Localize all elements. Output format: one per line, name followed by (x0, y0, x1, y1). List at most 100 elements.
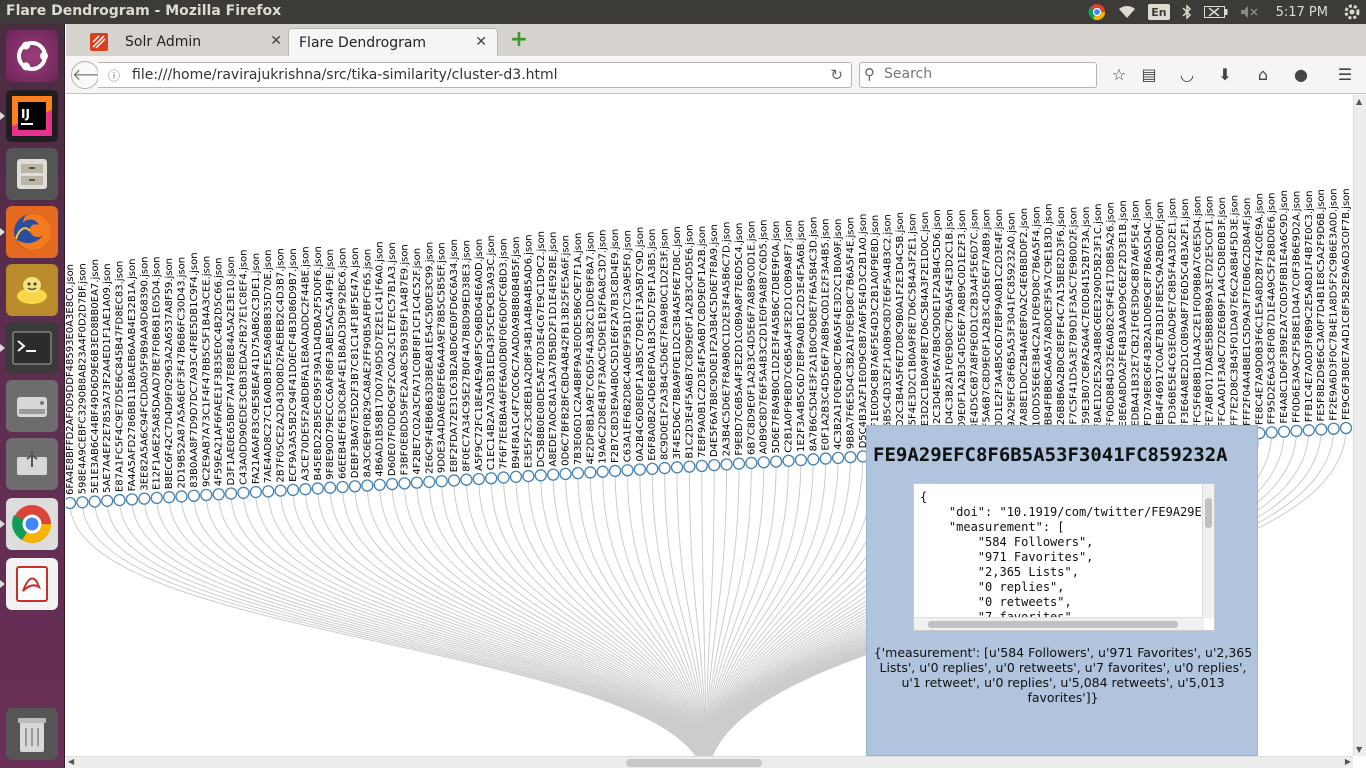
dendrogram-leaf-label[interactable]: 4B6AD1B58B17D07A9D5D7E2E1C41F6A0.json (375, 241, 386, 476)
dendrogram-leaf-node[interactable] (385, 477, 399, 491)
dendrogram-leaf-node[interactable] (695, 459, 708, 473)
dendrogram-leaf-label[interactable]: FEB4F46917C0AE7B3D1F8E5C9A2B6D0F.json (1155, 202, 1166, 431)
dendrogram-leaf-label[interactable]: 9C0D1E2F3A4B5C6D7E8F9A0B1C2D3E4F.json (994, 209, 1005, 440)
pocket-icon[interactable]: ◡ (1176, 64, 1198, 86)
dendrogram-leaf-label[interactable]: A0B9C8D7E6F5A4B3C2D1E0F9A8B7C6D5.json (759, 220, 770, 455)
dendrogram-leaf-node[interactable] (844, 450, 857, 464)
dendrogram-leaf-node[interactable] (125, 493, 139, 506)
dendrogram-leaf-label[interactable]: E87A1FC5F4C9E7D5E6C845B47FD8EC83.json (115, 261, 126, 492)
dendrogram-leaf-node[interactable] (237, 486, 250, 499)
dendrogram-leaf-label[interactable]: 5AE7A4EF2E7853A73F2A4ED1F1AE1A09.json (102, 263, 113, 492)
dendrogram-leaf-node[interactable] (633, 463, 647, 476)
intellij-idea-launcher[interactable]: IJ (0, 90, 58, 142)
close-tab-icon[interactable]: ✕ (270, 33, 282, 49)
tab-solr-admin[interactable]: Solr Admin ✕ (80, 28, 292, 56)
dendrogram-leaf-node[interactable] (249, 485, 262, 499)
dendrogram-leaf-label[interactable]: 9C2E9AB7A73C1F4F47BB5C5F1B4A3CEE.json (201, 256, 212, 487)
search-box[interactable]: ⚲ (859, 62, 1097, 88)
dendrogram-leaf-label[interactable]: F2B7C8D3E9A4B0C5D1E6F2A7B3C8D4E9.json (610, 229, 621, 463)
dendrogram-leaf-label[interactable]: FFD7A9E8C6F43B2A1D0E9C8F7B6A5D4C.json (1143, 199, 1154, 432)
settings-gear-icon[interactable] (1338, 0, 1366, 24)
dendrogram-leaf-label[interactable]: B6A5F4E3D2C1B0A9F8E7D6C5B4A3F2E1.json (907, 213, 918, 445)
dendrogram-leaf-node[interactable] (460, 473, 473, 486)
dendrogram-leaf-node[interactable] (819, 452, 832, 465)
dendrogram-leaf-label[interactable]: FF10DD55E6E3B4C2A1F0E9D8C7B6A5F4.json (1031, 206, 1042, 438)
dendrogram-leaf-node[interactable] (732, 457, 746, 470)
bookmark-star-icon[interactable]: ☆ (1108, 64, 1130, 86)
dendrogram-leaf-node[interactable] (831, 451, 845, 465)
dendrogram-leaf-node[interactable] (745, 456, 758, 470)
dendrogram-leaf-node[interactable] (88, 495, 101, 508)
dendrogram-leaf-label[interactable]: C1EC14B2A7A3D3B1ED43F5CE9CB3A93C.json (486, 235, 497, 470)
dendrogram-leaf-label[interactable]: FEBB4FBBBCA6A57A8D0E3F5A7C9E1B3D.json (1044, 204, 1055, 438)
dendrogram-leaf-label[interactable]: 8A3C6E9F0B29CA8AE2FF90B5AFBFCF65.json (362, 249, 373, 478)
dendrogram-leaf-label[interactable]: F9E8D7C6B5A4F3E2D1C0B9A8F7E6D5C4.json (734, 223, 745, 456)
dendrogram-leaf-label[interactable]: 5F4E3D2C1B0A9F8E7D6C5B4A3F2E1D0C.json (920, 212, 931, 445)
dendrogram-leaf-label[interactable]: 5D6E7F8A9B0C1D2E3F4A5B6C7D8E9F0A.json (771, 221, 782, 454)
dendrogram-leaf-label[interactable]: FF7E2D8C3B45F01DA97E6C2A8B4F5D3E.json (1230, 195, 1241, 427)
dendrogram-leaf-node[interactable] (559, 467, 572, 481)
dendrogram-leaf-label[interactable]: D5C4B3A2F1E0D9C8B7A6F5E4D3C2B1A0.json (858, 214, 869, 449)
dendrogram-leaf-label[interactable]: 7E8F9A0B1C2D3E4F5A6B7C8D9E0F1A2B.json (697, 226, 708, 458)
dendrogram-leaf-label[interactable]: FE8C4E7A9D0B3F6C1E5A8D2B7F4C0E9A.json (1254, 193, 1265, 425)
dendrogram-leaf-node[interactable] (807, 453, 820, 466)
dendrogram-leaf-label[interactable]: 7AE4AD8C27C16A0B3FE5A86B8B35D70E.json (263, 250, 274, 484)
dendrogram-leaf-node[interactable] (324, 481, 337, 494)
wifi-icon[interactable] (1112, 0, 1142, 24)
dendrogram-leaf-label[interactable]: E4F5A6B7C8D9E0F1A2B3C4D5E6F7A8B9.json (982, 209, 993, 441)
dendrogram-leaf-node[interactable] (1277, 425, 1291, 438)
home-icon[interactable]: ⌂ (1252, 64, 1274, 86)
bluetooth-icon[interactable] (1176, 0, 1198, 24)
dendrogram-leaf-label[interactable]: 83B0AA8F7D9D7DC7A93C4F8E5DB1C9F4.json (189, 252, 200, 487)
dendrogram-leaf-label[interactable]: E6F8A0B2C4D6E8F0A1B3C5D7E9F1A3B5.json (647, 229, 658, 461)
json-horizontal-scrollbar[interactable] (914, 617, 1204, 630)
dendrogram-leaf-label[interactable]: FF95D2E6A3C8F0B7D1E4A9C5F2B8D0E6.json (1267, 193, 1278, 425)
files-launcher[interactable] (6, 148, 58, 200)
dendrogram-leaf-node[interactable] (522, 469, 535, 483)
dendrogram-leaf-node[interactable] (410, 476, 424, 489)
dendrogram-leaf-node[interactable] (782, 454, 795, 467)
chrome-tray-icon[interactable] (1082, 0, 1112, 24)
dendrogram-leaf-node[interactable] (435, 475, 448, 488)
dendrogram-leaf-node[interactable] (311, 482, 324, 495)
dendrogram-leaf-label[interactable]: 8C9D0E1F2A3B4C5D6E7F8A9B0C1D2E3F.json (660, 229, 671, 460)
dendrogram-leaf-label[interactable]: FE9A29EFC8F6B5A53F3041FC859232A0.json (1007, 212, 1018, 439)
json-vertical-scrollbar[interactable] (1202, 484, 1214, 618)
dendrogram-leaf-label[interactable]: 7F6F7EE8BA46FE6A0DB0F0E6D0FC6BD3.json (499, 238, 510, 469)
dendrogram-leaf-label[interactable]: 6B7C8D9E0F1A2B3C4D5E6F7A8B9C0D1E.json (746, 221, 757, 455)
close-tab-icon[interactable]: ✕ (475, 34, 487, 50)
dendrogram-leaf-label[interactable]: FFB1C4E7A0D3F6B9C2E5A8D1F4B7E0C3.json (1304, 191, 1315, 423)
dendrogram-leaf-label[interactable]: 9B8A7F6E5D4C3B2A1F0E9D8C7B6A5F4E.json (845, 217, 856, 449)
dendrogram-leaf-node[interactable] (299, 483, 312, 496)
dendrogram-leaf-node[interactable] (398, 477, 411, 490)
dendrogram-leaf-label[interactable]: D4E5F6A7B8C9D0E1F2A3B4C5D6E7F8A9.json (709, 224, 720, 457)
dendrogram-leaf-node[interactable] (1290, 424, 1303, 438)
dendrogram-leaf-label[interactable]: FF8AE1D2E52A34B8C6EE3290D5B23F1C.json (1093, 203, 1104, 434)
dendrogram-leaf-node[interactable] (1327, 422, 1340, 435)
dendrogram-leaf-label[interactable]: B94F8A1C4F7C0C6C7AAD0A9B8B0B4B5F.json (511, 237, 522, 469)
dendrogram-leaf-node[interactable] (101, 494, 114, 507)
dendrogram-leaf-label[interactable]: B8EC6F42C7D4D9F02963A2A6537A8F59.json (164, 258, 175, 489)
dendrogram-leaf-label[interactable]: E3E5F2C3C8EB1A2D8F34B1A4BA4B5AD6.json (523, 234, 534, 468)
dendrogram-leaf-node[interactable] (113, 493, 126, 507)
dendrogram-leaf-label[interactable]: 2D19B52A87A5A6E0F3F47B6B6FC30D43.json (176, 257, 187, 489)
dendrogram-leaf-node[interactable] (361, 479, 374, 492)
dendrogram-leaf-node[interactable] (447, 474, 461, 487)
hamburger-menu-icon[interactable]: ☰ (1334, 64, 1356, 86)
dendrogram-leaf-node[interactable] (546, 468, 560, 481)
dendrogram-leaf-label[interactable]: FFCAA01F3A8C7D2E6B9F1A4C5D8E0B3F.json (1217, 197, 1228, 427)
clock[interactable]: 5:17 PM (1266, 0, 1338, 24)
dendrogram-leaf-label[interactable]: C63A1EF6B2D8C4A0E9F5B1D7C3A9E5F0.json (622, 230, 633, 462)
dendrogram-leaf-label[interactable]: 598E4A9CEBFC3290B8AB23A4F0D2D7BF.json (77, 263, 88, 494)
dendrogram-leaf-label[interactable]: 8A7B6C5D4E3F2A1B0C9D8E7F6A5B4C3D.json (808, 217, 819, 452)
dendrogram-leaf-label[interactable]: FFF7C5F41D5A3E7B9D1F3A5C7E9B0D2F.json (1068, 207, 1079, 436)
dendrogram-leaf-label[interactable]: F7A6B5C4D3E2F1A0B9C8D7E6F5A4B3C2.json (883, 214, 894, 447)
dendrogram-leaf-label[interactable]: 4F2BE7C02A3CFA71C0BF8F1CF1C4C52F.json (412, 248, 423, 475)
dendrogram-leaf-label[interactable]: FF26B8B6A2B0C8E9FE4C7A15BE82D3F6.json (1056, 207, 1067, 437)
dendrogram-leaf-label[interactable]: 4F59EA21AF6FAEE1F3B35E0C4B2D5C66.json (214, 258, 225, 487)
dendrogram-leaf-node[interactable] (584, 466, 597, 479)
dendrogram-leaf-node[interactable] (1265, 426, 1278, 439)
dendrogram-leaf-node[interactable] (534, 469, 547, 482)
dendrogram-leaf-label[interactable]: FA4A5AFD2786BB11B8AEB6AAB4E32B1A.json (127, 259, 138, 492)
dendrogram-leaf-node[interactable] (485, 472, 498, 485)
